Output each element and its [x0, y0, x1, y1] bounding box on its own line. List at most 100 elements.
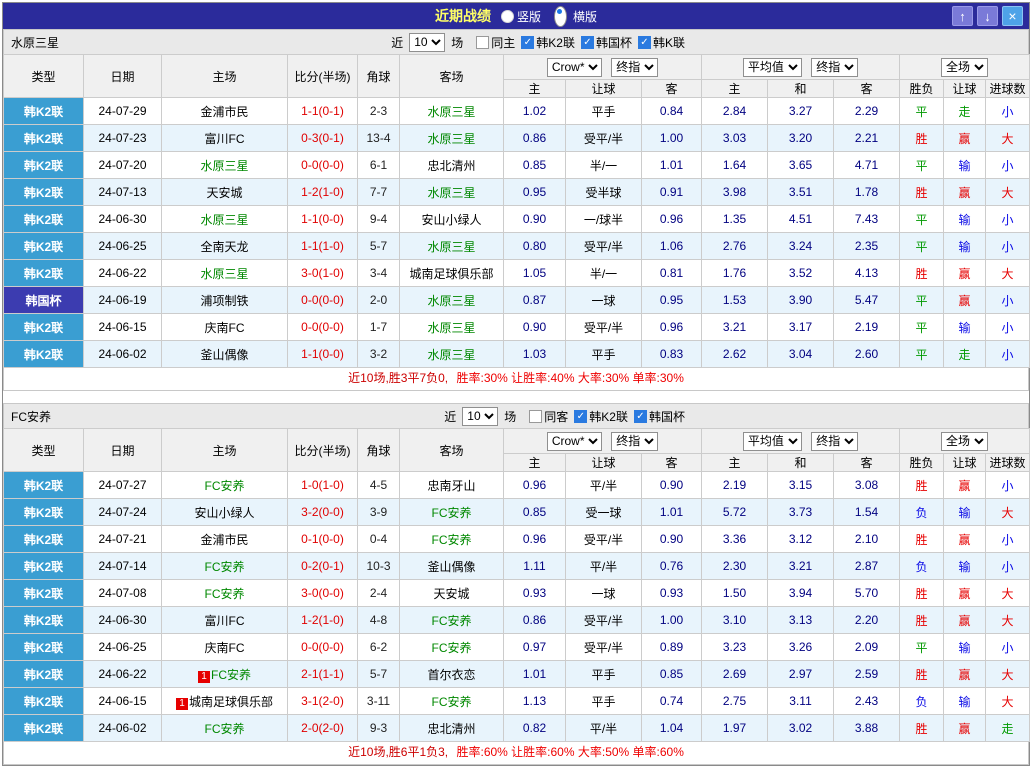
home-team-name[interactable]: FC安养 — [205, 479, 245, 493]
away-team-name[interactable]: 水原三星 — [427, 240, 475, 254]
home-team-cell: 水原三星 — [161, 205, 288, 233]
home-team-name[interactable]: 金浦市民 — [200, 105, 248, 119]
corner-cell: 6-2 — [357, 633, 400, 661]
eu-draw-odds-cell: 3.52 — [767, 259, 835, 287]
away-team-name[interactable]: 水原三星 — [427, 105, 475, 119]
home-team-name[interactable]: 庆南FC — [205, 641, 245, 655]
home-team-name[interactable]: 天安城 — [206, 186, 242, 200]
home-team-name[interactable]: FC安养 — [205, 560, 245, 574]
result-goals-cell: 小 — [985, 286, 1031, 314]
away-team-name[interactable]: 水原三星 — [427, 294, 475, 308]
score-cell[interactable]: 0-0(0-0) — [287, 286, 358, 314]
europe-company-select[interactable]: 平均值 — [742, 57, 802, 77]
checkbox-icon[interactable] — [529, 409, 543, 423]
score-cell[interactable]: 3-0(1-0) — [287, 259, 358, 287]
match-count-select[interactable]: 10 — [462, 406, 499, 426]
checkbox-icon[interactable] — [476, 35, 490, 49]
move-up-button[interactable]: ↑ — [952, 6, 973, 26]
filter-checkbox[interactable]: ✓ 韩K2联 — [574, 408, 628, 425]
score-cell[interactable]: 0-3(0-1) — [287, 124, 358, 152]
checkbox-icon[interactable]: ✓ — [637, 35, 651, 49]
score-cell[interactable]: 0-0(0-0) — [287, 313, 358, 341]
away-team-name[interactable]: 首尔衣恋 — [427, 668, 475, 682]
checkbox-icon[interactable]: ✓ — [633, 409, 647, 423]
filter-checkbox[interactable]: 同客 — [529, 408, 568, 425]
home-team-name[interactable]: 富川FC — [205, 132, 245, 146]
scope-select[interactable]: 全场 — [941, 431, 989, 451]
score-cell[interactable]: 1-1(0-0) — [287, 205, 358, 233]
home-team-name[interactable]: 水原三星 — [200, 159, 248, 173]
home-team-name[interactable]: 浦项制铁 — [200, 294, 248, 308]
away-team-name[interactable]: FC安养 — [432, 641, 472, 655]
score-cell[interactable]: 1-1(0-0) — [287, 340, 358, 368]
layout-radio-horizontal[interactable]: 横版 — [551, 5, 597, 27]
handicap-company-select[interactable]: Crow* — [546, 57, 602, 77]
away-team-name[interactable]: 安山小绿人 — [421, 213, 481, 227]
away-team-name[interactable]: 忠北清州 — [427, 159, 475, 173]
home-team-name[interactable]: 水原三星 — [200, 213, 248, 227]
checkbox-icon[interactable]: ✓ — [574, 409, 588, 423]
home-team-name[interactable]: 金浦市民 — [200, 533, 248, 547]
europe-company-select[interactable]: 平均值 — [742, 431, 802, 451]
score-cell[interactable]: 1-1(0-1) — [287, 97, 358, 125]
score-cell[interactable]: 3-0(0-0) — [287, 579, 358, 607]
score-cell[interactable]: 3-1(2-0) — [287, 687, 358, 715]
filter-checkbox[interactable]: ✓ 韩K2联 — [521, 34, 575, 51]
move-down-button[interactable]: ↓ — [977, 6, 998, 26]
home-team-name[interactable]: FC安养 — [211, 668, 251, 682]
home-team-name[interactable]: FC安养 — [205, 587, 245, 601]
checkbox-icon[interactable]: ✓ — [521, 35, 535, 49]
home-team-name[interactable]: 全南天龙 — [200, 240, 248, 254]
home-team-name[interactable]: 釜山偶像 — [200, 348, 248, 362]
handicap-time-select[interactable]: 终指 — [611, 431, 659, 451]
away-team-name[interactable]: 水原三星 — [427, 186, 475, 200]
score-cell[interactable]: 0-1(0-0) — [287, 525, 358, 553]
away-team-name[interactable]: 忠南牙山 — [427, 479, 475, 493]
home-team-name[interactable]: 安山小绿人 — [194, 506, 254, 520]
match-row: 韩K2联 24-06-02 FC安养 2-0(2-0) 9-3 忠北清州 0.82 平/半 1.… — [3, 714, 1031, 742]
radio-icon[interactable] — [500, 9, 514, 23]
home-team-cell: 富川FC — [161, 606, 288, 634]
away-team-name[interactable]: 水原三星 — [427, 321, 475, 335]
away-team-name[interactable]: FC安养 — [432, 695, 472, 709]
away-team-name[interactable]: 水原三星 — [427, 348, 475, 362]
layout-radio-vertical[interactable]: 竖版 — [500, 8, 541, 25]
radio-icon[interactable] — [554, 5, 567, 27]
score-cell[interactable]: 0-0(0-0) — [287, 633, 358, 661]
away-team-name[interactable]: 忠北清州 — [427, 722, 475, 736]
home-team-name[interactable]: 水原三星 — [200, 267, 248, 281]
away-team-name[interactable]: 天安城 — [433, 587, 469, 601]
home-team-name[interactable]: 城南足球俱乐部 — [189, 695, 273, 709]
score-cell[interactable]: 1-2(1-0) — [287, 178, 358, 206]
checkbox-icon[interactable]: ✓ — [580, 35, 594, 49]
home-team-name[interactable]: 庆南FC — [205, 321, 245, 335]
score-cell[interactable]: 2-1(1-1) — [287, 660, 358, 688]
score-cell[interactable]: 1-1(1-0) — [287, 232, 358, 260]
away-team-name[interactable]: 釜山偶像 — [427, 560, 475, 574]
away-team-name[interactable]: FC安养 — [432, 506, 472, 520]
score-cell[interactable]: 1-0(1-0) — [287, 471, 358, 499]
handicap-company-select[interactable]: Crow* — [546, 431, 602, 451]
score-cell[interactable]: 2-0(2-0) — [287, 714, 358, 742]
filter-checkbox[interactable]: 同主 — [476, 34, 515, 51]
col-header-type: 类型 — [3, 428, 84, 472]
score-cell[interactable]: 0-0(0-0) — [287, 151, 358, 179]
home-team-name[interactable]: 富川FC — [205, 614, 245, 628]
away-team-name[interactable]: FC安养 — [432, 533, 472, 547]
scope-select[interactable]: 全场 — [941, 57, 989, 77]
score-cell[interactable]: 0-2(0-1) — [287, 552, 358, 580]
handicap-time-select[interactable]: 终指 — [611, 57, 659, 77]
europe-time-select[interactable]: 终指 — [811, 57, 859, 77]
away-team-name[interactable]: 水原三星 — [427, 132, 475, 146]
score-cell[interactable]: 1-2(1-0) — [287, 606, 358, 634]
home-team-name[interactable]: FC安养 — [205, 722, 245, 736]
match-count-select[interactable]: 10 — [409, 32, 446, 52]
close-button[interactable]: × — [1002, 6, 1023, 26]
europe-time-select[interactable]: 终指 — [811, 431, 859, 451]
away-team-name[interactable]: FC安养 — [432, 614, 472, 628]
filter-checkbox[interactable]: ✓ 韩K联 — [637, 34, 685, 51]
filter-checkbox[interactable]: ✓ 韩国杯 — [633, 408, 685, 425]
filter-checkbox[interactable]: ✓ 韩国杯 — [580, 34, 632, 51]
score-cell[interactable]: 3-2(0-0) — [287, 498, 358, 526]
away-team-name[interactable]: 城南足球俱乐部 — [409, 267, 493, 281]
